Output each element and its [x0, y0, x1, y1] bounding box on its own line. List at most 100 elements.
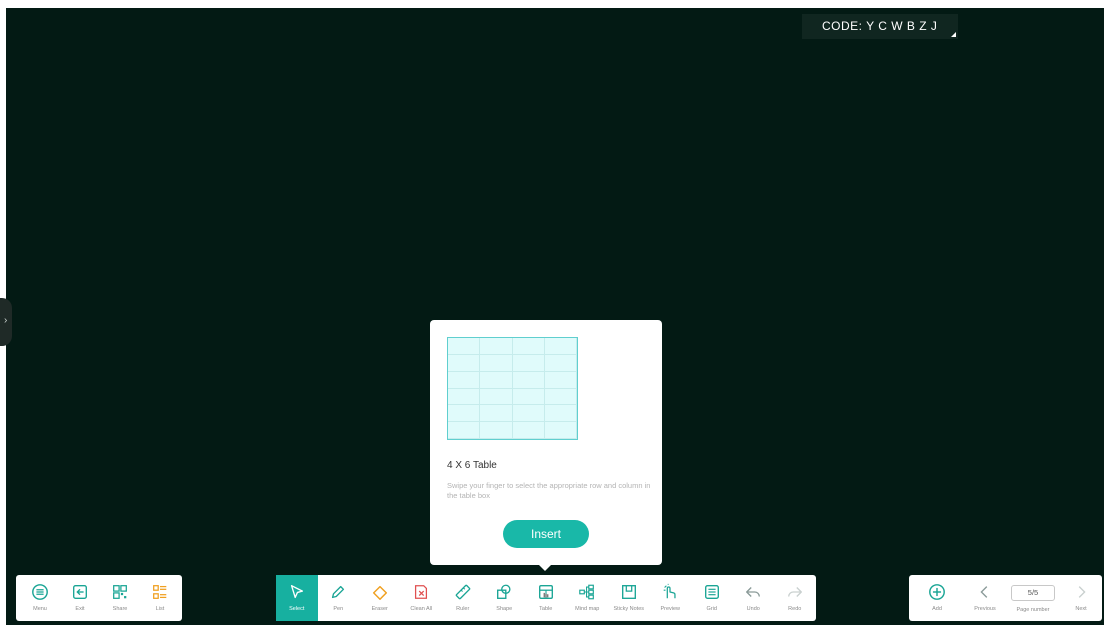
- preview-hand-icon: [660, 582, 680, 602]
- exit-icon: [70, 582, 90, 602]
- select-label: Select: [289, 606, 305, 612]
- share-button[interactable]: Share: [100, 575, 140, 621]
- menu-label: Menu: [33, 606, 47, 612]
- next-label: Next: [1075, 606, 1087, 612]
- table-cell[interactable]: [480, 354, 513, 372]
- table-cell[interactable]: [480, 371, 513, 389]
- table-cell[interactable]: [512, 338, 545, 355]
- sticky-notes-tool-button[interactable]: Sticky Notes: [608, 575, 650, 621]
- mind-map-tool-button[interactable]: Mind map: [567, 575, 609, 621]
- table-cell[interactable]: [448, 371, 481, 389]
- table-tool-button[interactable]: Table: [525, 575, 567, 621]
- page-toolbar: Add Previous 5/5 Page number Next: [909, 575, 1102, 621]
- main-toolbar: Select Pen Eraser Clean All Ruler Shape: [276, 575, 816, 621]
- shape-tool-button[interactable]: Shape: [484, 575, 526, 621]
- room-code-text: CODE: Y C W B Z J: [822, 19, 938, 33]
- table-cell[interactable]: [512, 405, 545, 423]
- eraser-label: Eraser: [371, 606, 388, 612]
- redo-label: Redo: [788, 606, 802, 612]
- eraser-icon: [370, 582, 390, 602]
- table-cell[interactable]: [448, 405, 481, 423]
- pen-tool-button[interactable]: Pen: [318, 575, 360, 621]
- pen-icon: [328, 582, 348, 602]
- ruler-label: Ruler: [456, 606, 470, 612]
- redo-icon: [785, 582, 805, 602]
- table-label: Table: [539, 606, 553, 612]
- page-number-label: Page number: [1016, 607, 1050, 613]
- table-cell[interactable]: [544, 338, 577, 355]
- list-button[interactable]: List: [140, 575, 180, 621]
- grid-tool-button[interactable]: Grid: [691, 575, 733, 621]
- expand-corner-icon: [951, 32, 956, 37]
- insert-table-button[interactable]: Insert: [503, 520, 589, 548]
- next-page-button[interactable]: Next: [1057, 575, 1104, 621]
- add-icon: [927, 582, 947, 602]
- menu-button[interactable]: Menu: [20, 575, 60, 621]
- exit-button[interactable]: Exit: [60, 575, 100, 621]
- table-cell[interactable]: [544, 405, 577, 423]
- left-toolbar: Menu Exit Share List: [16, 575, 182, 621]
- list-icon: [150, 582, 170, 602]
- qr-share-icon: [110, 582, 130, 602]
- ruler-icon: [453, 582, 473, 602]
- mind-map-icon: [577, 582, 597, 602]
- table-cell[interactable]: [512, 371, 545, 389]
- share-label: Share: [112, 606, 128, 612]
- table-cell[interactable]: [480, 422, 513, 439]
- chevron-right-icon: [1071, 582, 1091, 602]
- pen-label: Pen: [333, 606, 344, 612]
- table-icon: [536, 582, 556, 602]
- undo-icon: [743, 582, 763, 602]
- table-cell[interactable]: [480, 388, 513, 406]
- clean-all-icon: [411, 582, 431, 602]
- undo-label: Undo: [746, 606, 760, 612]
- grid-icon: [702, 582, 722, 602]
- table-cell[interactable]: [480, 405, 513, 423]
- table-cell[interactable]: [544, 388, 577, 406]
- ruler-tool-button[interactable]: Ruler: [442, 575, 484, 621]
- chevron-left-icon: [975, 582, 995, 602]
- previous-label: Previous: [974, 606, 996, 612]
- grid-label: Grid: [706, 606, 717, 612]
- list-label: List: [155, 606, 165, 612]
- table-cell[interactable]: [448, 354, 481, 372]
- mind-map-label: Mind map: [575, 606, 600, 612]
- shape-icon: [494, 582, 514, 602]
- undo-button[interactable]: Undo: [733, 575, 775, 621]
- table-hint-text: Swipe your finger to select the appropri…: [447, 481, 651, 500]
- table-size-selector[interactable]: [447, 337, 578, 440]
- previous-page-button[interactable]: Previous: [961, 575, 1009, 621]
- table-cell[interactable]: [448, 338, 481, 355]
- menu-icon: [30, 582, 50, 602]
- side-drawer-handle[interactable]: ›: [0, 298, 12, 346]
- sticky-notes-icon: [619, 582, 639, 602]
- table-cell[interactable]: [480, 338, 513, 355]
- table-cell[interactable]: [544, 371, 577, 389]
- preview-label: Preview: [660, 606, 681, 612]
- table-popover: 4 X 6 Table Swipe your finger to select …: [430, 320, 662, 571]
- shape-label: Shape: [496, 606, 513, 612]
- eraser-tool-button[interactable]: Eraser: [359, 575, 401, 621]
- popover-pointer: [538, 564, 552, 571]
- page-number-control[interactable]: 5/5 Page number: [1009, 575, 1057, 621]
- sticky-notes-label: Sticky Notes: [613, 606, 645, 612]
- preview-tool-button[interactable]: Preview: [650, 575, 692, 621]
- table-cell[interactable]: [448, 422, 481, 439]
- table-size-title: 4 X 6 Table: [447, 460, 497, 471]
- room-code-badge[interactable]: CODE: Y C W B Z J: [802, 14, 958, 39]
- select-tool-button[interactable]: Select: [276, 575, 318, 621]
- table-cell[interactable]: [512, 388, 545, 406]
- add-page-button[interactable]: Add: [913, 575, 961, 621]
- redo-button[interactable]: Redo: [774, 575, 816, 621]
- table-cell[interactable]: [448, 388, 481, 406]
- table-cell[interactable]: [544, 422, 577, 439]
- chevron-right-icon: ›: [4, 315, 8, 326]
- table-cell[interactable]: [544, 354, 577, 372]
- add-label: Add: [932, 606, 942, 612]
- table-cell[interactable]: [512, 354, 545, 372]
- exit-label: Exit: [75, 606, 85, 612]
- clean-all-button[interactable]: Clean All: [401, 575, 443, 621]
- clean-all-label: Clean All: [410, 606, 433, 612]
- page-number-input[interactable]: 5/5: [1011, 585, 1055, 601]
- table-cell[interactable]: [512, 422, 545, 439]
